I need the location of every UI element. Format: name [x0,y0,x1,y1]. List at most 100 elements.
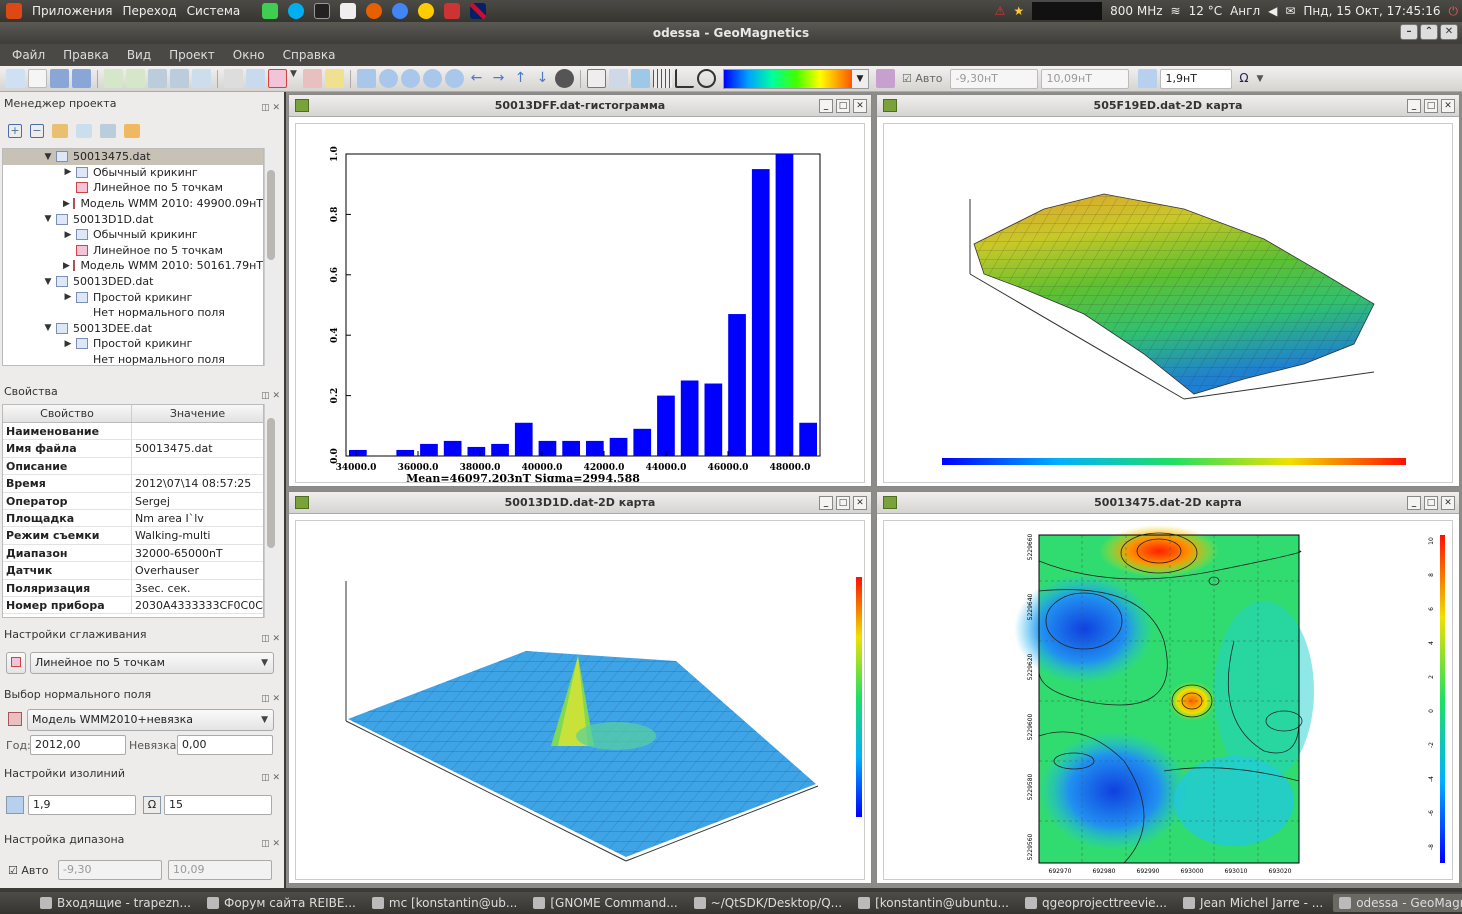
expand-arrow-icon[interactable]: ▶ [63,230,73,240]
arrow-left-icon[interactable]: ← [467,69,486,88]
property-row[interactable]: Номер прибора 2030A4333333CF0C0C [3,596,263,615]
isoline-step-spinbox[interactable]: 1,9 [28,795,136,815]
year-spinbox[interactable]: 2012,00 [30,735,126,755]
terminal-launcher-icon[interactable] [314,3,331,19]
taskbar-item[interactable]: Форум сайта REIBE... [201,894,362,912]
isoline-icon[interactable] [1137,69,1157,88]
warning-icon[interactable]: ⚠ [995,4,1006,18]
new-file-icon[interactable] [28,69,47,88]
taskbar-item[interactable]: [konstantin@ubuntu... [852,894,1015,912]
arrow-up-icon[interactable]: ↑ [511,69,530,88]
player-launcher-icon[interactable] [418,3,435,19]
maximize-button[interactable]: ⌃ [1420,24,1438,40]
tree-item[interactable]: ▼ 50013475.dat [3,149,263,165]
select-icon[interactable] [357,69,376,88]
property-row[interactable]: Диапазон 32000-65000nT [3,544,263,563]
color-scale-select[interactable]: ▼ [723,68,869,89]
subwindow-close-button[interactable]: ✕ [853,99,867,113]
collapse-arrow-icon[interactable]: ▼ [43,277,53,287]
collapse-arrow-icon[interactable]: ▼ [43,323,53,333]
property-row[interactable]: Датчик Overhauser [3,562,263,580]
dropdown-arrow-icon[interactable]: ▼ [290,69,300,88]
table-icon[interactable] [224,69,243,88]
tree-item[interactable]: Нет нормального поля [3,305,263,321]
minimize-button[interactable]: – [1400,24,1418,40]
tree-item[interactable]: ▼ 50013D1D.dat [3,211,263,227]
grid-icon[interactable] [126,69,145,88]
menu-edit[interactable]: Правка [63,48,109,62]
places-menu[interactable]: Переход [123,4,177,18]
dock-float-close-icon[interactable]: ◫ ✕ [261,834,280,854]
omega-icon[interactable]: Ω [1235,69,1254,88]
subwindow-maximize-button[interactable]: □ [836,496,850,510]
expand-arrow-icon[interactable]: ▶ [63,167,73,177]
menu-project[interactable]: Проект [169,48,215,62]
tree-item[interactable]: Нет нормального поля [3,352,263,365]
expand-arrow-icon[interactable]: ▶ [63,292,73,302]
smoothing-select[interactable]: Линейное по 5 точкам ▼ [30,652,274,674]
zoom-in-icon[interactable] [379,69,398,88]
no-data-icon[interactable] [697,69,716,88]
residual-spinbox[interactable]: 0,00 [177,735,273,755]
window-titlebar[interactable]: odessa - GeoMagnetics – ⌃ ✕ [0,22,1462,44]
subwindow-close-button[interactable]: ✕ [1441,496,1455,510]
property-row[interactable]: Описание [3,457,263,476]
picture-icon[interactable] [631,69,650,88]
axes-icon[interactable] [675,69,694,88]
taskbar-item[interactable]: ~/QtSDK/Desktop/Q... [688,894,848,912]
map3-canvas[interactable]: 692970 692980 692990 693000 693010 693020 5229… [883,520,1453,880]
taskbar-item[interactable]: Входящие - trapezn... [34,894,197,912]
kriging-icon[interactable] [246,69,265,88]
image-icon[interactable] [148,69,167,88]
mail-icon[interactable]: ✉ [1285,4,1295,18]
tree-item[interactable]: Линейное по 5 точкам [3,180,263,196]
zoom-fit-icon[interactable] [445,69,464,88]
layers-icon[interactable] [325,69,344,88]
toolbar-more-icon[interactable]: ▼ [1257,74,1264,84]
smoothing-icon[interactable] [268,69,287,88]
clock[interactable]: Пнд, 15 Окт, 17:45:16 [1303,4,1440,18]
subwindow-maximize-button[interactable]: □ [1424,496,1438,510]
max-value-field[interactable]: 10,09нТ [1040,68,1129,89]
chrome-launcher-icon[interactable] [392,3,409,19]
histogram-window[interactable]: 50013DFF.dat-гистограмма _ □ ✕ 0.0 0.2 0.4 0.… [288,94,872,487]
tree-item[interactable]: ▶ Простой крикинг [3,289,263,305]
histogram-canvas[interactable]: 0.0 0.2 0.4 0.6 0.8 1.0 34000.0 36000.0 38000.0 4… [295,123,865,483]
tree-item[interactable]: ▶ Обычный крикинг [3,165,263,181]
star-icon[interactable]: ★ [1013,4,1024,18]
tree-item[interactable]: ▼ 50013DEE.dat [3,321,263,337]
map2-canvas[interactable] [295,520,865,880]
dock-float-close-icon[interactable]: ◫ ✕ [261,768,280,788]
collapse-icon[interactable]: − [30,124,44,138]
auto-checkbox[interactable]: ☑ Авто [902,72,943,85]
subwindow-maximize-button[interactable]: □ [836,99,850,113]
taskbar-item[interactable]: mc [konstantin@ub... [366,894,523,912]
model-icon[interactable] [303,69,322,88]
min-value-field[interactable]: -9,30нТ [949,68,1038,89]
menu-window[interactable]: Окно [233,48,265,62]
column-header-property[interactable]: Свойство [3,405,132,422]
color-settings-icon[interactable] [876,69,895,88]
qt-launcher-icon[interactable] [262,3,279,19]
range-max-spinbox[interactable]: 10,09 [168,860,272,880]
isoline-step-field[interactable]: 1,9нТ [1159,68,1232,89]
property-row[interactable]: Площадка Nm area I`lv [3,509,263,528]
column-header-value[interactable]: Значение [132,405,263,422]
system-menu[interactable]: Система [187,4,241,18]
tree-item[interactable]: ▶ Модель WMM 2010: 50161.79нТ [3,258,263,274]
tree-item[interactable]: Линейное по 5 точкам [3,243,263,259]
save-icon[interactable] [50,69,69,88]
palette-icon[interactable] [555,69,574,88]
tree-item[interactable]: ▶ Простой крикинг [3,336,263,352]
add-icon[interactable] [104,69,123,88]
expand-arrow-icon[interactable]: ▶ [63,339,73,349]
taskbar-item[interactable]: [GNOME Command... [527,894,683,912]
zoom-out-icon[interactable] [423,69,442,88]
project-tree-scrollbar[interactable] [264,148,278,366]
print-icon[interactable] [609,69,628,88]
map1-window[interactable]: 505F19ED.dat-2D карта _ □ ✕ [876,94,1460,487]
taskbar-item[interactable]: odessa - GeoMagne... [1333,894,1462,912]
ubuntu-logo-icon[interactable] [6,3,22,19]
chart-icon[interactable] [76,124,92,138]
firefox-launcher-icon[interactable] [366,3,383,19]
